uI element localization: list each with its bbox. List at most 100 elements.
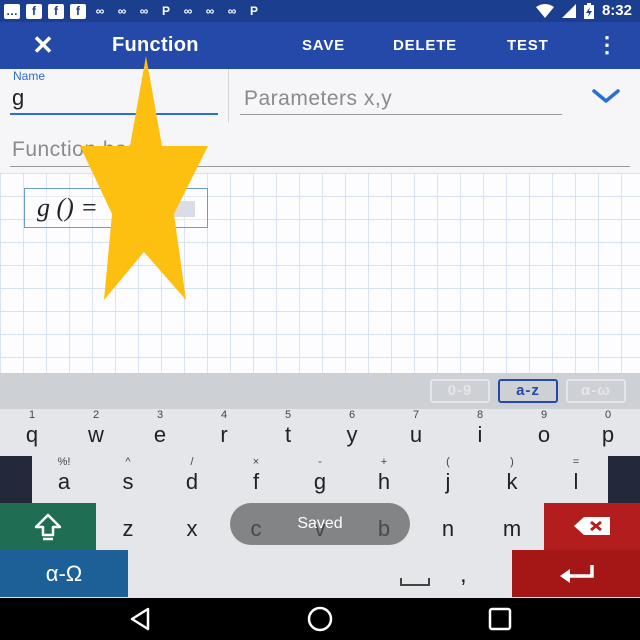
key-t[interactable]: 5t — [256, 409, 320, 456]
voicemail-icon: ∞ — [227, 4, 237, 18]
key-f[interactable]: × f — [224, 456, 288, 503]
key-q[interactable]: 1q — [0, 409, 64, 456]
key-label: s — [122, 469, 134, 494]
saved-toast: Saved — [230, 503, 410, 545]
more-vert-icon[interactable]: ⋮ — [596, 30, 618, 60]
key-hint: 9 — [540, 409, 548, 421]
space-key[interactable] — [128, 550, 512, 597]
key-hint: = — [572, 456, 580, 468]
system-status: 8:32 — [535, 2, 632, 19]
signal-icon — [561, 3, 576, 18]
key-n[interactable]: n — [416, 503, 480, 550]
key-label: p — [601, 422, 615, 447]
key-label: h — [377, 469, 391, 494]
key-x[interactable]: x — [160, 503, 224, 550]
test-button[interactable]: TEST — [507, 37, 549, 54]
key-m[interactable]: m — [480, 503, 544, 550]
space-icon — [400, 578, 430, 586]
key-label: d — [185, 469, 199, 494]
keyboard-mode-bar: 0-9 a-z α-ω — [0, 373, 640, 409]
key-label: n — [441, 516, 455, 541]
key-e[interactable]: 3e — [128, 409, 192, 456]
key-z[interactable]: z — [96, 503, 160, 550]
key-l[interactable]: = l — [544, 456, 608, 503]
voicemail-icon: ∞ — [205, 4, 215, 18]
key-hint: + — [380, 456, 388, 468]
key-label: t — [284, 422, 292, 447]
key-label: u — [409, 422, 423, 447]
key-hint: ^ — [125, 456, 131, 468]
key-hint: %! — [57, 456, 71, 468]
back-icon[interactable] — [126, 605, 154, 633]
key-hint: 7 — [412, 409, 420, 421]
mode-letters-tab[interactable]: a-z — [498, 379, 558, 403]
key-label: l — [573, 469, 579, 494]
parameters-input[interactable] — [240, 83, 562, 115]
key-hint: 6 — [348, 409, 356, 421]
key-hint: - — [318, 456, 322, 468]
keyboard-edge — [0, 456, 32, 503]
key-hint: / — [190, 456, 194, 468]
home-icon[interactable] — [306, 605, 334, 633]
key-j[interactable]: (j — [416, 456, 480, 503]
close-icon[interactable]: ✕ — [26, 30, 60, 60]
status-bar: … f f f ∞ ∞ ∞ P ∞ ∞ ∞ P 8:32 — [0, 0, 640, 22]
greek-upper-key[interactable]: α-Ω — [0, 550, 128, 597]
facebook-icon: f — [70, 3, 86, 19]
navigation-bar — [0, 598, 640, 640]
p-circle-icon: P — [161, 4, 170, 18]
key-label: y — [346, 422, 358, 447]
key-h[interactable]: + h — [352, 456, 416, 503]
field-divider — [228, 69, 229, 123]
chevron-down-icon[interactable] — [590, 83, 622, 109]
backspace-key[interactable] — [544, 503, 640, 550]
comma-key[interactable]: , — [460, 561, 467, 589]
voicemail-icon: ∞ — [117, 4, 127, 18]
key-label: f — [252, 469, 260, 494]
name-label: Name — [13, 69, 46, 83]
key-hint: ( — [446, 456, 450, 468]
clock: 8:32 — [601, 2, 632, 19]
recents-icon[interactable] — [486, 605, 514, 633]
key-d[interactable]: / d — [160, 456, 224, 503]
key-u[interactable]: 7u — [384, 409, 448, 456]
voicemail-icon: ∞ — [139, 4, 149, 18]
keyboard-edge — [608, 456, 640, 503]
key-p[interactable]: 0p — [576, 409, 640, 456]
notification-icons: … f f f ∞ ∞ ∞ P ∞ ∞ ∞ P — [4, 3, 262, 19]
key-label: a — [57, 469, 71, 494]
message-icon: … — [4, 3, 20, 19]
enter-key[interactable] — [512, 550, 640, 597]
key-y[interactable]: 6y — [320, 409, 384, 456]
key-label: i — [477, 422, 483, 447]
key-k[interactable]: ) k — [480, 456, 544, 503]
delete-button[interactable]: DELETE — [393, 37, 457, 54]
star-sticker-icon — [80, 56, 208, 300]
key-label: x — [186, 516, 198, 541]
facebook-icon: f — [48, 3, 64, 19]
voicemail-icon: ∞ — [183, 4, 193, 18]
key-hint: 3 — [156, 409, 164, 421]
key-i[interactable]: 8i — [448, 409, 512, 456]
key-hint: × — [252, 456, 260, 468]
shift-icon — [34, 513, 62, 541]
voicemail-icon: ∞ — [95, 4, 105, 18]
key-o[interactable]: 9o — [512, 409, 576, 456]
key-label: r — [220, 422, 228, 447]
key-a[interactable]: %! a — [32, 456, 96, 503]
key-hint: 5 — [284, 409, 292, 421]
key-s[interactable]: ^ s — [96, 456, 160, 503]
save-button[interactable]: SAVE — [302, 37, 345, 54]
battery-charging-icon — [583, 2, 594, 19]
key-hint: 8 — [476, 409, 484, 421]
key-r[interactable]: 4r — [192, 409, 256, 456]
key-w[interactable]: 2w — [64, 409, 128, 456]
key-hint: 2 — [92, 409, 100, 421]
pinterest-icon: P — [249, 4, 258, 18]
key-g[interactable]: -g — [288, 456, 352, 503]
wifi-icon — [535, 3, 554, 18]
mode-numbers-tab[interactable]: 0-9 — [430, 379, 490, 403]
enter-icon — [560, 565, 594, 583]
mode-greek-tab[interactable]: α-ω — [566, 379, 626, 403]
shift-key[interactable] — [0, 503, 96, 550]
